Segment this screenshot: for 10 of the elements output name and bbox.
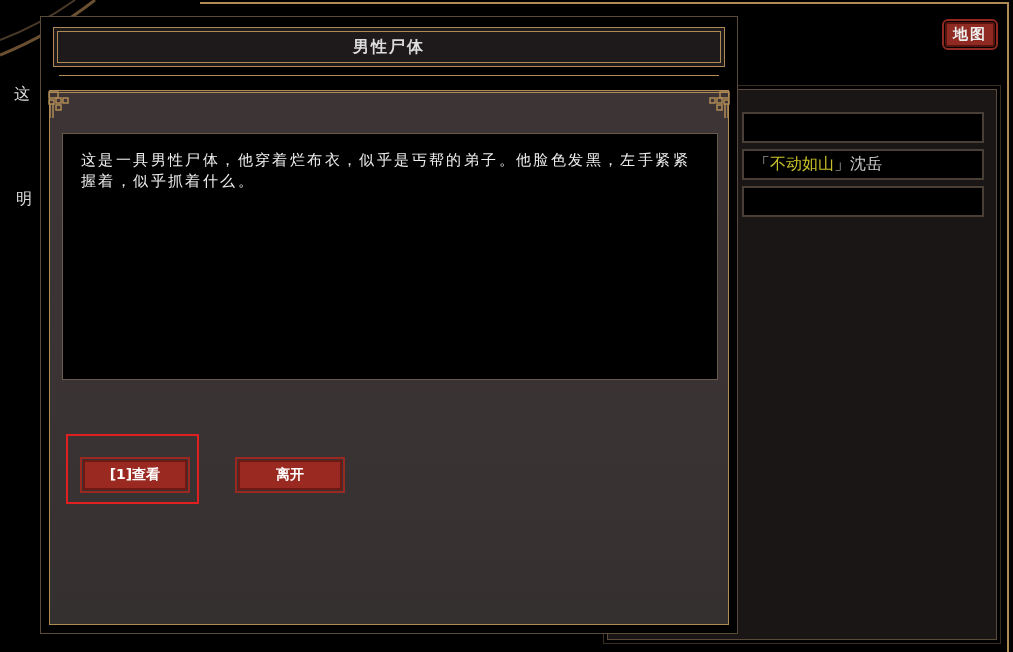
description-text: 这是一具男性尸体，他穿着烂布衣，似乎是丐帮的弟子。他脸色发黑，左手紧紧握着，似乎抓着什么。	[62, 133, 718, 380]
dialog-title: 男性尸体	[53, 27, 725, 67]
map-button[interactable]: 地图	[945, 22, 995, 47]
scene-text: 这	[13, 84, 31, 105]
scene-text: 明	[15, 189, 33, 210]
list-row[interactable]	[742, 186, 984, 217]
dialog-button[interactable]: [1]查看	[83, 460, 187, 490]
dialog-button[interactable]: 离开	[238, 460, 342, 490]
list-row[interactable]	[742, 112, 984, 143]
list-row[interactable]: 「不动如山」沈岳	[742, 149, 984, 180]
